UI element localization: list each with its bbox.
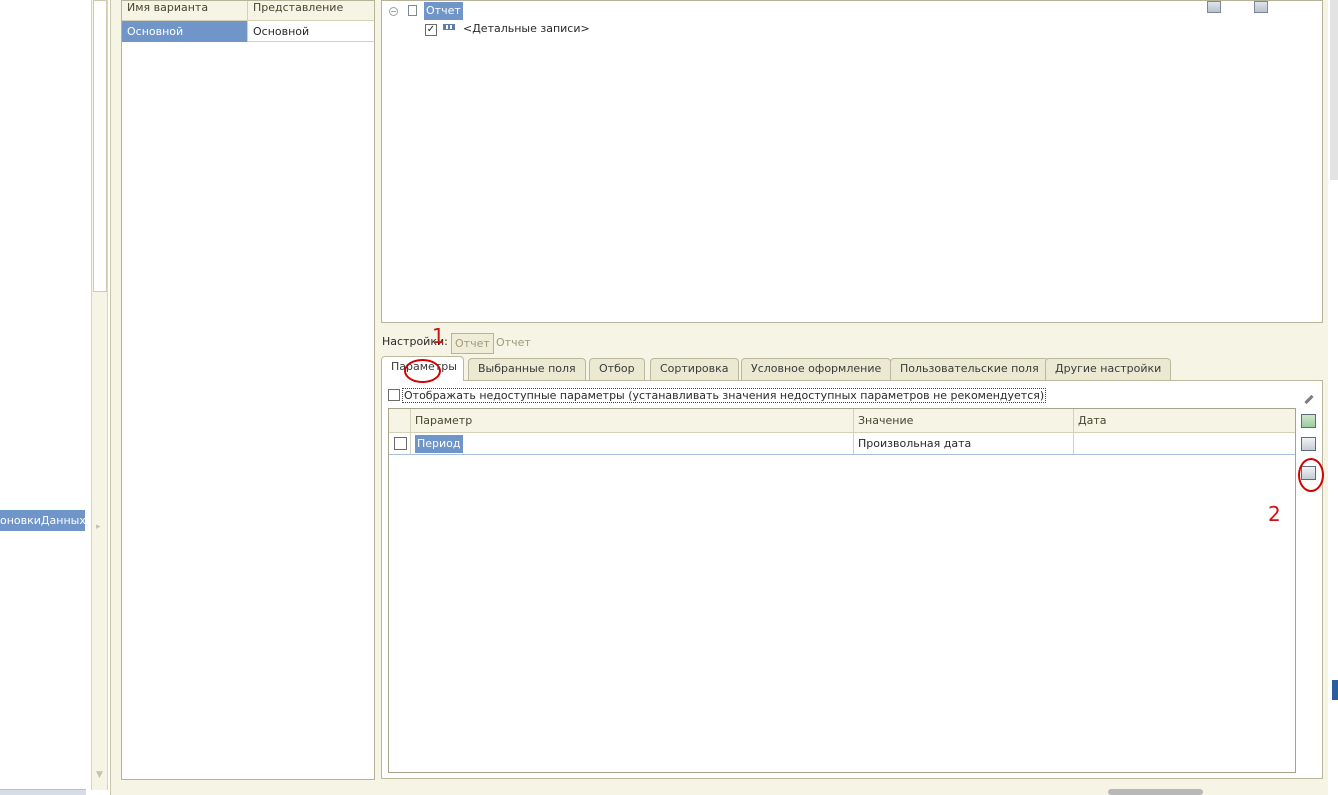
- pencil-icon[interactable]: [1301, 392, 1316, 406]
- table-row[interactable]: Основной Основной: [122, 21, 374, 42]
- annotation-circle: [404, 359, 441, 383]
- tree-node-root[interactable]: − Отчет: [389, 1, 463, 20]
- tree-root-label[interactable]: Отчет: [424, 2, 463, 20]
- left-selected-item[interactable]: оновкиДанных: [0, 510, 85, 531]
- tab-conditional-formatting[interactable]: Условное оформление: [741, 358, 892, 380]
- parameter-name-cell[interactable]: Период: [411, 433, 463, 455]
- document-icon: [407, 5, 417, 16]
- tab-sort[interactable]: Сортировка: [650, 358, 739, 380]
- annotation-number: 2: [1268, 502, 1281, 526]
- parameter-value-cell[interactable]: Произвольная дата: [854, 433, 1074, 455]
- settings-breadcrumb-report-2[interactable]: Отчет: [493, 333, 534, 354]
- variant-name-cell[interactable]: Основной: [122, 21, 247, 42]
- scroll-marker-icon: ▸: [96, 522, 101, 532]
- table-row[interactable]: Период Произвольная дата: [389, 433, 1295, 455]
- column-header-date[interactable]: Дата: [1074, 409, 1294, 433]
- column-header-value[interactable]: Значение: [854, 409, 1074, 433]
- horizontal-scrollbar-thumb[interactable]: [1108, 789, 1203, 795]
- parameter-date-cell[interactable]: [1074, 433, 1294, 455]
- parameter-name: Период: [415, 435, 463, 453]
- window-scrollbar-thumb[interactable]: [1330, 0, 1338, 180]
- show-unavailable-params-option[interactable]: Отображать недоступные параметры (устана…: [388, 388, 1047, 403]
- window-edge-accent: [1332, 680, 1338, 700]
- tab-other-settings[interactable]: Другие настройки: [1045, 358, 1172, 380]
- tree-child-label[interactable]: <Детальные записи>: [463, 22, 590, 35]
- parameter-use-checkbox[interactable]: [394, 437, 407, 450]
- left-vertical-scrollbar[interactable]: ▸ ▼: [91, 0, 108, 790]
- tab-filter[interactable]: Отбор: [589, 358, 645, 380]
- tree-node-details[interactable]: ✓ <Детальные записи>: [425, 22, 590, 36]
- window-vertical-scrollbar[interactable]: [1328, 0, 1338, 795]
- annotation-number: 1: [432, 324, 445, 348]
- show-unavailable-checkbox[interactable]: [388, 389, 400, 401]
- structure-settings-icon[interactable]: [1207, 1, 1221, 13]
- column-header-parameter[interactable]: Параметр: [411, 409, 853, 433]
- checkbox-checked-icon[interactable]: ✓: [425, 24, 437, 36]
- copy-icon[interactable]: [1301, 437, 1316, 451]
- tab-user-fields[interactable]: Пользовательские поля: [890, 358, 1049, 380]
- column-header-variant-name[interactable]: Имя варианта: [122, 1, 247, 21]
- tab-selected-fields[interactable]: Выбранные поля: [468, 358, 586, 380]
- column-divider: [247, 1, 248, 42]
- scroll-down-icon[interactable]: ▼: [96, 770, 103, 780]
- settings-breadcrumb-report-1[interactable]: Отчет: [451, 333, 494, 354]
- collapse-icon[interactable]: −: [389, 7, 398, 16]
- column-header-presentation[interactable]: Представление: [248, 1, 374, 21]
- show-unavailable-label[interactable]: Отображать недоступные параметры (устана…: [402, 388, 1047, 403]
- left-scrollbar-thumb[interactable]: [93, 0, 107, 292]
- annotation-circle: [1298, 458, 1324, 492]
- left-pane: [0, 0, 92, 795]
- variants-table: Имя варианта Представление Основной Осно…: [121, 0, 375, 780]
- detail-records-icon: [442, 24, 455, 30]
- parameters-table: Параметр Значение Дата Период Произвольн…: [388, 408, 1296, 773]
- copy-checked-icon[interactable]: [1301, 414, 1316, 428]
- parameters-header: Параметр Значение Дата: [389, 409, 1295, 433]
- report-structure-tree: − Отчет ✓ <Детальные записи>: [381, 0, 1323, 323]
- left-horizontal-scrollbar[interactable]: [0, 789, 86, 795]
- variant-presentation-cell[interactable]: Основной: [248, 21, 374, 42]
- structure-toggle-icon[interactable]: [1254, 1, 1268, 13]
- variants-header: Имя варианта Представление: [122, 1, 374, 21]
